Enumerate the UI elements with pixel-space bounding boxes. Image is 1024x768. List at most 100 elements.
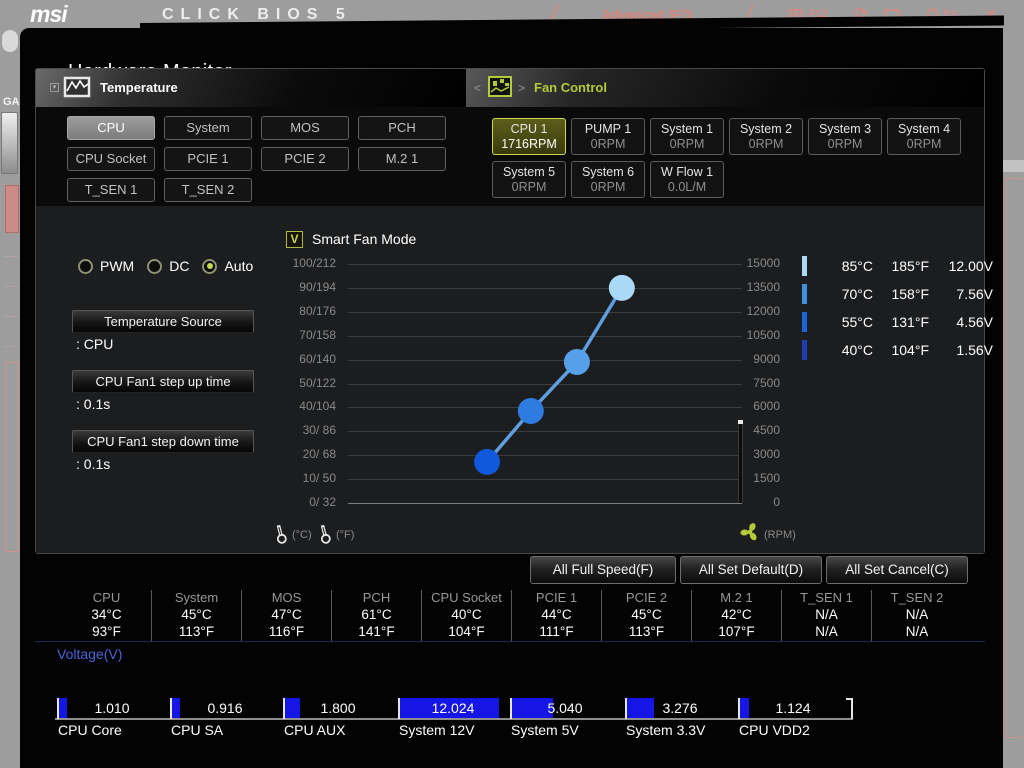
sensor-readout-cpu: CPU 34°C 93°F xyxy=(62,590,152,642)
sensor-fahrenheit: 141°F xyxy=(358,624,395,639)
temperature-graph-icon xyxy=(63,76,91,98)
voltage-bracket-end xyxy=(846,698,853,719)
fan-button-label: W Flow 1 xyxy=(660,165,714,179)
temp-button-cpu-socket[interactable]: CPU Socket xyxy=(67,147,155,171)
smart-fan-label: Smart Fan Mode xyxy=(312,231,417,247)
voltage-value: 0.916 xyxy=(207,700,243,716)
sensor-celsius: 61°C xyxy=(361,607,392,622)
underlying-left-panel: GA xyxy=(0,28,20,768)
temp-button-pcie-1[interactable]: PCIE 1 xyxy=(164,147,252,171)
fan-mode-label-auto: Auto xyxy=(224,258,254,274)
game-boost-knob xyxy=(1,112,18,174)
temp-button-t-sen-1[interactable]: T_SEN 1 xyxy=(67,178,155,202)
voltage-rail-name: CPU Core xyxy=(58,722,122,738)
fan-button-label: System 5 xyxy=(502,165,556,179)
step-down-time-button[interactable]: CPU Fan1 step down time xyxy=(72,430,254,453)
dimmed-row-divider xyxy=(4,286,19,287)
temp-button-pch[interactable]: PCH xyxy=(358,116,446,140)
sensor-readout-pch: PCH 61°C 141°F xyxy=(332,590,422,642)
fan-curve-point-55c[interactable] xyxy=(517,397,544,424)
celsius-axis-label: (°C) xyxy=(292,529,312,541)
fan-mode-options: PWM DC Auto xyxy=(78,258,266,274)
sensor-fahrenheit: 113°F xyxy=(628,624,665,639)
voltage-title: Voltage(V) xyxy=(57,646,123,662)
all-set-cancel-button[interactable]: All Set Cancel(C) xyxy=(826,556,968,584)
voltage-rail-name: System 12V xyxy=(399,722,475,738)
msi-logo: msi xyxy=(30,1,68,27)
voltage-rail-name: CPU SA xyxy=(171,722,224,738)
fan-curve-point-40c[interactable] xyxy=(474,448,501,475)
dimmed-row-divider xyxy=(4,256,19,257)
temp-button-cpu[interactable]: CPU xyxy=(67,116,155,140)
sensor-name: PCIE 2 xyxy=(625,590,668,605)
collapse-toggle-icon[interactable]: ▾ xyxy=(50,83,59,92)
temp-button-pcie-2[interactable]: PCIE 2 xyxy=(261,147,349,171)
rpm-axis-label: (RPM) xyxy=(764,529,796,541)
sensor-celsius: 47°C xyxy=(271,607,302,622)
temp-axis-tick: 0/ 32 xyxy=(309,495,336,509)
fan-button-system-3[interactable]: System 3 0RPM xyxy=(808,118,882,155)
legend-row: 55°C 131°F 4.56V xyxy=(802,308,993,336)
fan-button-system-4[interactable]: System 4 0RPM xyxy=(887,118,961,155)
legend-color-bar xyxy=(802,284,807,304)
fan-button-system-2[interactable]: System 2 0RPM xyxy=(729,118,803,155)
fan-curve-point-70c[interactable] xyxy=(563,348,590,375)
fan-button-system-6[interactable]: System 6 0RPM xyxy=(571,161,645,198)
voltage-value: 12.024 xyxy=(431,700,475,716)
dimmed-red-panel xyxy=(5,185,19,233)
legend-color-bar xyxy=(802,312,807,332)
legend-row: 85°C 185°F 12.00V xyxy=(802,252,993,280)
fan-button-label: PUMP 1 xyxy=(584,122,632,136)
sensor-name: T_SEN 1 xyxy=(800,590,853,605)
fan-mode-radio-auto[interactable] xyxy=(202,258,218,274)
temp-axis-tick: 100/212 xyxy=(292,256,336,270)
temp-button-m-2-1[interactable]: M.2 1 xyxy=(358,147,446,171)
temp-button-t-sen-2[interactable]: T_SEN 2 xyxy=(164,178,252,202)
fan-mode-radio-dc[interactable] xyxy=(147,258,163,274)
fan-curve-plot xyxy=(474,274,635,475)
underlying-right-panel xyxy=(1003,28,1024,768)
fan-mode-label-pwm: PWM xyxy=(100,258,135,274)
voltage-rail-name: System 5V xyxy=(511,722,579,738)
fan-curve-point-85c[interactable] xyxy=(608,274,635,301)
legend-color-bar xyxy=(802,256,807,276)
fan-button-cpu-1[interactable]: CPU 1 1716RPM xyxy=(492,118,566,155)
temp-axis-tick: 40/104 xyxy=(299,399,336,413)
fan-button-system-1[interactable]: System 1 0RPM xyxy=(650,118,724,155)
bios-screen: msi CLICK BIOS 5 Advanced (F7) F12 ⟳ En … xyxy=(0,0,1024,768)
fan-button-system-5[interactable]: System 5 0RPM xyxy=(492,161,566,198)
next-section-arrow[interactable]: > xyxy=(518,81,525,95)
sensor-name: MOS xyxy=(271,590,302,605)
step-up-time-button[interactable]: CPU Fan1 step up time xyxy=(72,370,254,393)
sensor-celsius: 40°C xyxy=(451,607,482,622)
fan-button-value: 1716RPM xyxy=(501,137,557,151)
fan-button-value: 0RPM xyxy=(511,180,547,194)
fan-button-pump-1[interactable]: PUMP 1 0RPM xyxy=(571,118,645,155)
fan-button-label: CPU 1 xyxy=(510,122,548,136)
fan-section-title: Fan Control xyxy=(534,80,607,95)
fan-buttons: CPU 1 1716RPM PUMP 1 0RPM System 1 0RPM System… xyxy=(492,118,962,198)
temperature-source-button[interactable]: Temperature Source xyxy=(72,310,254,333)
smart-fan-checkbox[interactable]: V xyxy=(286,231,303,248)
temp-axis-tick: 20/ 68 xyxy=(302,447,336,461)
fan-button-w-flow-1[interactable]: W Flow 1 0.0L/M xyxy=(650,161,724,198)
legend-temp-c: 40°C xyxy=(841,342,873,358)
all-full-speed-button[interactable]: All Full Speed(F) xyxy=(530,556,676,584)
temp-axis-tick: 10/ 50 xyxy=(302,471,336,485)
fan-mode-radio-pwm[interactable] xyxy=(78,258,93,274)
temp-axis-tick: 90/194 xyxy=(299,280,336,294)
prev-section-arrow[interactable]: < xyxy=(474,81,481,95)
sensor-name: System xyxy=(174,590,219,605)
temp-button-system[interactable]: System xyxy=(164,116,252,140)
fan-button-value: 0RPM xyxy=(827,137,863,151)
legend-temp-c: 70°C xyxy=(841,286,873,302)
sensor-fahrenheit: 111°F xyxy=(539,624,574,639)
all-set-default-button[interactable]: All Set Default(D) xyxy=(680,556,822,584)
temp-button-mos[interactable]: MOS xyxy=(261,116,349,140)
fahrenheit-axis-label: (°F) xyxy=(336,529,355,541)
fan-button-value: 0.0L/M xyxy=(667,180,707,194)
sensor-name: PCH xyxy=(362,590,391,605)
sensor-celsius: 34°C xyxy=(91,607,122,622)
legend-voltage: 4.56V xyxy=(956,314,993,330)
temp-axis-tick: 50/122 xyxy=(299,376,336,390)
